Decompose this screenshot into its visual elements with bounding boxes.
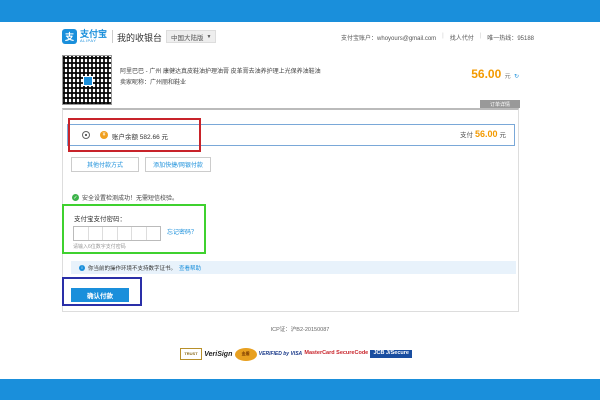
account-info: 支付宝账户：whoyours@gmail.com: [341, 33, 436, 42]
order-summary: 阿里巴巴 - 广州 康健达真皮鞋油护理油膏 皮革膏去油养护理上光保养油鞋油 卖家…: [62, 55, 519, 107]
chevron-down-icon: ▼: [206, 33, 212, 40]
hotline: 唯一热线：95188: [487, 33, 534, 42]
pay-amount-unit: 元: [499, 132, 507, 139]
refresh-icon[interactable]: ↻: [514, 74, 519, 80]
header-right: 支付宝账户：whoyours@gmail.com | 找人代付 | 唯一热线：9…: [341, 33, 534, 42]
certificate-notice: i 你当前的操作环境不支持数字证书。 查看帮助: [71, 261, 516, 274]
mastercard-securecode-badge[interactable]: MasterCard SecureCode: [304, 351, 368, 357]
other-payment-methods-button[interactable]: 其他付款方式: [71, 157, 139, 172]
order-amount-value: 56.00: [471, 67, 502, 81]
divider: |: [479, 33, 482, 39]
qr-code: [62, 55, 112, 105]
order-description: 阿里巴巴 - 广州 康健达真皮鞋油护理油膏 皮革膏去油养护理上光保养油鞋油 卖家…: [120, 67, 321, 89]
alipay-logo-text: 支付宝 ALIPAY: [80, 29, 107, 43]
verified-by-visa-badge[interactable]: VERIFIED by VISA: [259, 351, 302, 357]
region-select[interactable]: 中国大陆版 ▼: [166, 30, 217, 43]
help-link[interactable]: 查看帮助: [179, 264, 201, 272]
order-title: 阿里巴巴 - 广州 康健达真皮鞋油护理油膏 皮革膏去油养护理上光保养油鞋油: [120, 69, 321, 75]
jcb-secure-badge[interactable]: JCB J/Secure: [370, 350, 412, 358]
alipay-logo[interactable]: 支 支付宝 ALIPAY: [62, 27, 108, 45]
order-amount-unit: 元: [504, 74, 511, 80]
highlight-box-green: [62, 204, 206, 254]
icp-license: ICP证：沪B2-20150087: [270, 327, 330, 333]
account-label: 支付宝账户：: [341, 36, 378, 42]
check-icon: ✓: [72, 194, 79, 201]
logo-divider: [112, 30, 113, 43]
seller-name: 卖家昵称：广州丽和鞋业: [120, 80, 187, 86]
pay-amount-value: 56.00: [474, 129, 498, 139]
qr-center-logo: [83, 76, 93, 86]
hotline-value: 95188: [517, 36, 534, 42]
info-icon: i: [79, 264, 85, 271]
notice-text: 你当前的操作环境不支持数字证书。: [88, 265, 177, 272]
highlight-box-blue: [62, 277, 142, 306]
verisign-badge[interactable]: VeriSign: [204, 351, 232, 358]
hotline-label: 唯一热线：: [487, 36, 518, 42]
highlight-box-red: [68, 118, 201, 152]
region-value: 中国大陆版: [171, 34, 204, 42]
top-blue-bar: [0, 0, 600, 22]
order-amount: 56.00 元 ↻: [471, 67, 519, 81]
bottom-blue-bar: [0, 379, 600, 400]
cashier-header: 支 支付宝 ALIPAY 我的收银台 中国大陆版 ▼ 支付宝账户：whoyour…: [0, 22, 600, 50]
add-card-button[interactable]: 添加快捷/网银付款: [145, 157, 211, 172]
security-badges: TRUST VeriSign 金盾 VERIFIED by VISA Maste…: [180, 345, 412, 363]
pay-on-behalf-link[interactable]: 找人代付: [450, 33, 474, 42]
pay-label: 支付: [459, 132, 473, 139]
page-title: 我的收银台: [117, 33, 163, 43]
account-value: whoyours@gmail.com: [377, 36, 437, 42]
pay-amount: 支付 56.00 元: [460, 129, 506, 139]
security-text: 安全设置检测成功！无需短信校验。: [82, 196, 179, 202]
trust-badge[interactable]: TRUST: [180, 348, 202, 360]
order-detail-tab[interactable]: 订单详情: [480, 100, 520, 108]
logo-en: ALIPAY: [80, 37, 97, 43]
security-check: ✓ 安全设置检测成功！无需短信校验。: [72, 193, 178, 202]
divider: |: [442, 33, 444, 39]
alipay-logo-icon: 支: [62, 28, 77, 44]
gold-shield-badge[interactable]: 金盾: [234, 347, 257, 361]
